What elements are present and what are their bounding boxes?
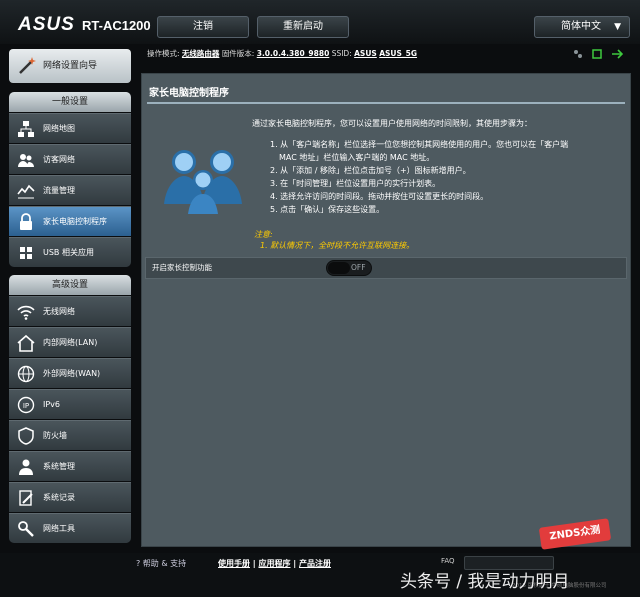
sidebar-item-traffic-manager[interactable]: 流量管理 [9, 175, 131, 205]
sidebar-item-wan[interactable]: 外部网络(WAN) [9, 358, 131, 388]
sidebar-item-label: 访客网络 [43, 155, 75, 164]
help-support[interactable]: ? 帮助 & 支持 [136, 557, 186, 571]
top-header: ASUS RT-AC1200 注销 重新启动 简体中文 ▼ [0, 0, 640, 44]
network-map-icon [18, 121, 34, 137]
toggle-knob [328, 262, 350, 274]
mode-link[interactable]: 无线路由器 [182, 49, 220, 58]
sidebar-item-label: 系统管理 [43, 462, 75, 471]
user-icon [19, 459, 33, 475]
sidebar-item-firewall[interactable]: 防火墙 [9, 420, 131, 450]
register-link[interactable]: 产品注册 [299, 559, 331, 568]
chevron-down-icon: ▼ [614, 22, 621, 32]
sidebar-item-label: 外部网络(WAN) [43, 369, 101, 378]
step-line: 4. 选择允许访问的时间段。拖动并按住可设置更长的时间段。 [270, 192, 489, 201]
router-admin-page: ASUS RT-AC1200 注销 重新启动 简体中文 ▼ 操作模式: 无线路由器… [0, 0, 640, 597]
ipv6-icon: IP [17, 396, 35, 414]
language-select[interactable]: 简体中文 ▼ [534, 16, 630, 38]
sidebar-item-label: USB 相关应用 [43, 248, 94, 257]
sidebar-item-label: 网络工具 [43, 524, 75, 533]
ssid-label: SSID: [331, 49, 352, 58]
status-bar: 操作模式: 无线路由器 固件版本: 3.0.0.4.380_9880 SSID:… [141, 44, 640, 64]
sidebar-item-wireless[interactable]: 无线网络 [9, 296, 131, 326]
sidebar-item-label: 防火墙 [43, 431, 67, 440]
faq-label: FAQ [441, 557, 455, 565]
guest-network-icon [18, 154, 34, 167]
lock-icon [20, 213, 32, 230]
page-title: 家长电脑控制程序 [149, 88, 229, 99]
quick-setup-button[interactable]: 网络设置向导 [9, 49, 131, 83]
sidebar-item-network-tools[interactable]: 网络工具 [9, 513, 131, 543]
svg-text:IP: IP [23, 402, 29, 410]
title-divider [147, 102, 625, 104]
watermark: 头条号 / 我是动力明月 [400, 572, 570, 592]
internet-status-icon[interactable] [611, 48, 623, 60]
traffic-manager-icon [17, 184, 35, 199]
wifi-icon [17, 305, 35, 320]
usb-status-icon[interactable] [591, 48, 603, 60]
intro-text: 通过家长电脑控制程序，您可以设置用户使用网络的时间限制，其使用步骤为： [252, 119, 532, 128]
step-line: 1. 从「客户端名称」栏位选择一位您想控制其网络使用的用户。您也可以在「客户端 [270, 140, 569, 149]
sidebar-item-usb-application[interactable]: USB 相关应用 [9, 237, 131, 267]
sidebar-item-ipv6[interactable]: IP IPv6 [9, 389, 131, 419]
general-section-title: 一般设置 [9, 92, 131, 112]
log-icon [19, 490, 33, 506]
sidebar-item-guest-network[interactable]: 访客网络 [9, 144, 131, 174]
firmware-label: 固件版本: [221, 49, 255, 58]
step-line: MAC 地址」栏位输入客户端的 MAC 地址。 [279, 153, 435, 162]
step-line: 5. 点击「确认」保存这些设置。 [270, 205, 385, 214]
help-label: 帮助 & 支持 [142, 559, 187, 568]
enable-parental-control-row: 开启家长控制功能 OFF [145, 257, 627, 279]
mode-label: 操作模式: [147, 49, 180, 58]
sidebar-item-label: 系统记录 [43, 493, 75, 502]
sidebar-item-network-map[interactable]: 网络地图 [9, 113, 131, 143]
note-text: 1. 默认情况下，全时段不允许互联网连接。 [260, 241, 415, 250]
sidebar-item-label: 家长电脑控制程序 [43, 217, 107, 226]
sidebar-item-parental-control[interactable]: 家长电脑控制程序 [9, 206, 131, 236]
sidebar-item-label: 内部网络(LAN) [43, 338, 98, 347]
enable-parental-control-label: 开启家长控制功能 [152, 263, 212, 272]
quick-setup-label: 网络设置向导 [43, 61, 98, 71]
shield-icon [18, 427, 34, 445]
ssid-link-24[interactable]: ASUS [354, 49, 377, 58]
step-line: 2. 从「添加 / 移除」栏位点击加号（+）图标新增用户。 [270, 166, 471, 175]
logout-button[interactable]: 注销 [157, 16, 249, 38]
sidebar-item-administration[interactable]: 系统管理 [9, 451, 131, 481]
manual-link[interactable]: 使用手册 [218, 559, 250, 568]
globe-icon [17, 365, 35, 383]
sidebar-item-system-log[interactable]: 系统记录 [9, 482, 131, 512]
reboot-button[interactable]: 重新启动 [257, 16, 349, 38]
sidebar-item-lan[interactable]: 内部网络(LAN) [9, 327, 131, 357]
enable-parental-control-toggle[interactable]: OFF [326, 260, 372, 276]
usb-application-icon [20, 247, 32, 259]
magic-wand-icon [19, 57, 36, 74]
sidebar-item-label: 无线网络 [43, 307, 75, 316]
asus-logo: ASUS [18, 14, 75, 35]
utility-link[interactable]: 应用程序 [259, 559, 291, 568]
client-status-icon[interactable] [572, 48, 584, 60]
sidebar-item-label: 网络地图 [43, 124, 75, 133]
model-name: RT-AC1200 [82, 18, 151, 33]
sidebar-item-label: 流量管理 [43, 186, 75, 195]
footer-links: 使用手册 | 应用程序 | 产品注册 [218, 559, 331, 568]
toggle-state: OFF [351, 263, 366, 272]
home-icon [17, 334, 35, 352]
sidebar-item-label: IPv6 [43, 400, 61, 409]
family-icon [164, 150, 242, 214]
language-value: 简体中文 [561, 21, 601, 32]
firmware-link[interactable]: 3.0.0.4.380_9880 [257, 49, 330, 58]
ssid-link-5g[interactable]: ASUS_5G [379, 49, 417, 58]
parental-control-panel: 家长电脑控制程序 通过家长电脑控制程序，您可以设置用户使用网络的时间限制，其使用… [141, 73, 631, 547]
help-icon: ? [136, 559, 141, 568]
steps-list: 1. 从「客户端名称」栏位选择一位您想控制其网络使用的用户。您也可以在「客户端 … [270, 138, 610, 216]
step-line: 3. 在「时间管理」栏位设置用户的实行计划表。 [270, 179, 441, 188]
wrench-icon [18, 521, 34, 537]
advanced-section-title: 高级设置 [9, 275, 131, 295]
note-title: 注意: [254, 230, 273, 239]
